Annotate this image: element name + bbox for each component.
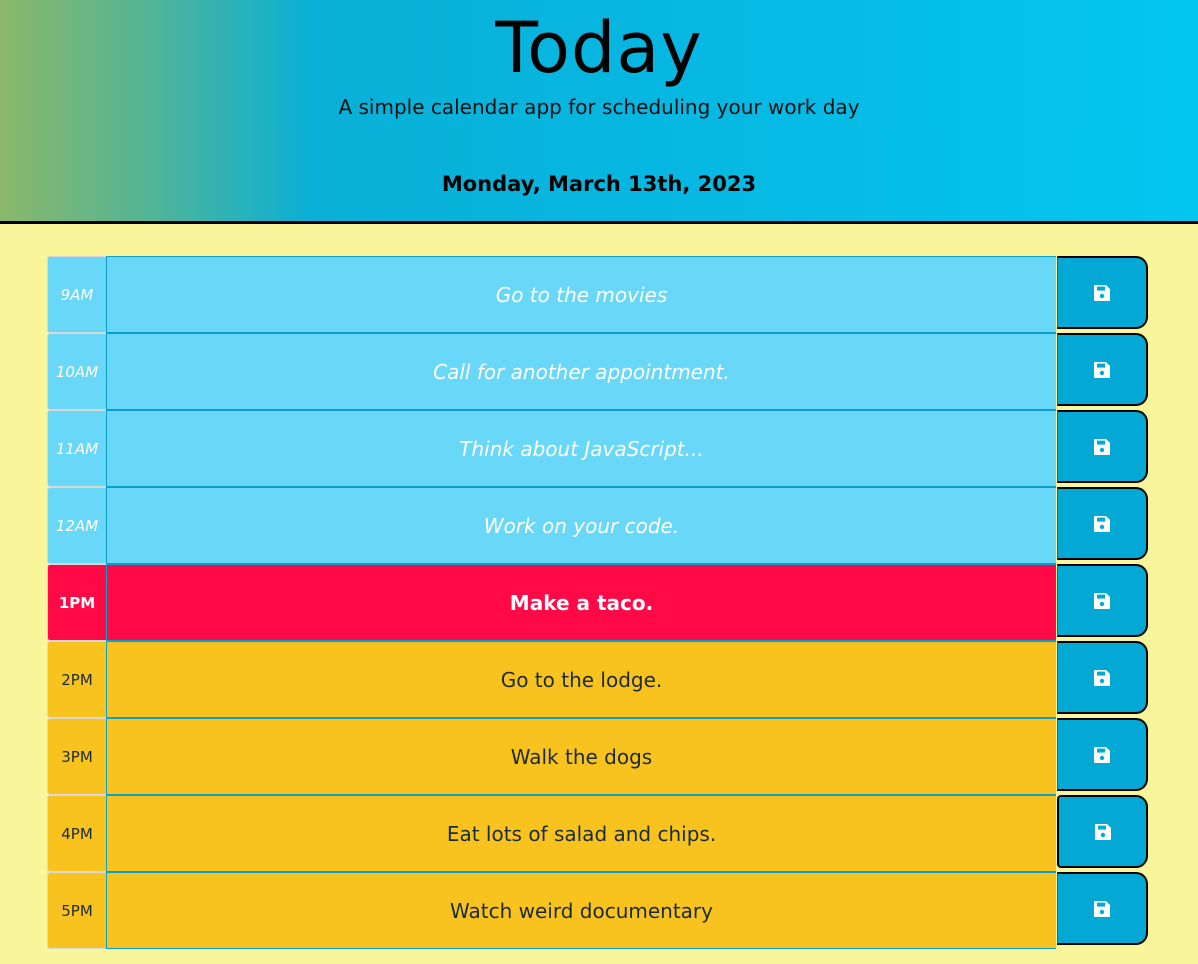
hour-text: 1PM xyxy=(58,593,96,612)
time-block-4pm: 4PM Eat lots of salad and chips. xyxy=(47,795,1152,872)
hour-label: 3PM xyxy=(47,718,107,795)
event-description[interactable]: Watch weird documentary xyxy=(106,872,1056,949)
hour-label: 4PM xyxy=(47,795,107,872)
save-button[interactable] xyxy=(1057,872,1148,945)
hour-text: 12AM xyxy=(55,516,99,535)
save-button[interactable] xyxy=(1057,564,1148,637)
save-icon xyxy=(1093,900,1111,918)
hour-label: 2PM xyxy=(47,641,107,718)
save-button[interactable] xyxy=(1057,256,1148,329)
hour-label: 12AM xyxy=(47,487,107,564)
hour-text: 4PM xyxy=(61,824,93,843)
save-icon xyxy=(1093,438,1111,456)
save-button[interactable] xyxy=(1057,410,1148,483)
save-icon xyxy=(1093,284,1111,302)
time-block-11am: 11AM Think about JavaScript... xyxy=(47,410,1152,487)
hour-text: 10AM xyxy=(55,362,99,381)
time-block-3pm: 3PM Walk the dogs xyxy=(47,718,1152,795)
hour-text: 2PM xyxy=(61,670,93,689)
save-button[interactable] xyxy=(1057,795,1148,868)
hour-text: 11AM xyxy=(55,439,99,458)
event-description[interactable]: Walk the dogs xyxy=(106,718,1056,795)
time-block-9am: 9AM Go to the movies xyxy=(47,256,1152,333)
hour-text: 5PM xyxy=(61,901,93,920)
event-description[interactable]: Make a taco. xyxy=(106,564,1056,641)
save-icon xyxy=(1093,592,1111,610)
page-header: Today A simple calendar app for scheduli… xyxy=(0,0,1198,224)
event-description[interactable]: Go to the movies xyxy=(106,256,1056,333)
hour-text: 3PM xyxy=(61,747,93,766)
hour-label: 5PM xyxy=(47,872,107,949)
current-date: Monday, March 13th, 2023 xyxy=(441,172,757,196)
schedule-container: 9AM Go to the movies 10AM Call for anoth… xyxy=(47,256,1152,949)
event-description[interactable]: Go to the lodge. xyxy=(106,641,1056,718)
save-icon xyxy=(1093,669,1111,687)
hour-label: 1PM xyxy=(47,564,107,641)
time-block-5pm: 5PM Watch weird documentary xyxy=(47,872,1152,949)
event-description[interactable]: Eat lots of salad and chips. xyxy=(106,795,1056,872)
event-description[interactable]: Work on your code. xyxy=(106,487,1056,564)
save-icon xyxy=(1093,746,1111,764)
page-subtitle: A simple calendar app for scheduling you… xyxy=(338,95,860,119)
save-icon xyxy=(1093,515,1111,533)
save-button[interactable] xyxy=(1057,718,1148,791)
event-description[interactable]: Call for another appointment. xyxy=(106,333,1056,410)
hour-label: 10AM xyxy=(47,333,107,410)
hour-label: 9AM xyxy=(47,256,107,333)
save-icon xyxy=(1093,361,1111,379)
save-icon xyxy=(1094,823,1112,841)
hour-label: 11AM xyxy=(47,410,107,487)
save-button[interactable] xyxy=(1057,487,1148,560)
save-button[interactable] xyxy=(1057,641,1148,714)
save-button[interactable] xyxy=(1057,333,1148,406)
time-block-2pm: 2PM Go to the lodge. xyxy=(47,641,1152,718)
page-title: Today xyxy=(495,7,703,89)
event-description[interactable]: Think about JavaScript... xyxy=(106,410,1056,487)
hour-text: 9AM xyxy=(60,285,94,304)
time-block-12am: 12AM Work on your code. xyxy=(47,487,1152,564)
time-block-1pm: 1PM Make a taco. xyxy=(47,564,1152,641)
time-block-10am: 10AM Call for another appointment. xyxy=(47,333,1152,410)
